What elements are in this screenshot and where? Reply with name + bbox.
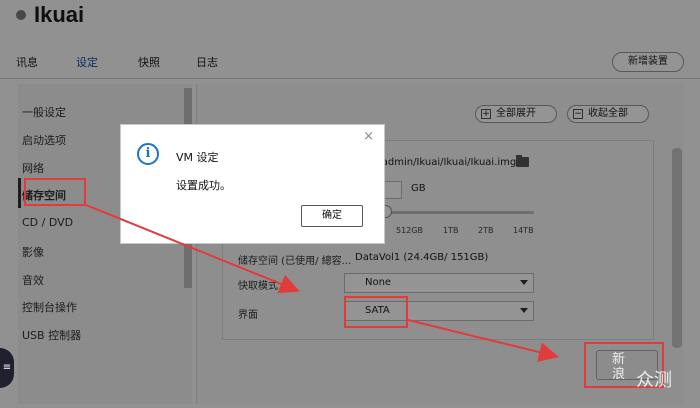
watermark-logo: 新 浪 — [612, 352, 638, 382]
info-icon: i — [137, 143, 159, 165]
annotation-box-storage — [24, 178, 86, 206]
close-icon[interactable]: × — [363, 129, 374, 144]
dialog-message: 设置成功。 — [176, 179, 231, 192]
watermark-line: 浪 — [612, 367, 626, 382]
watermark-text: 众测 — [636, 370, 672, 391]
ok-button[interactable]: 确定 — [301, 205, 363, 227]
dialog-title: VM 设定 — [176, 151, 219, 164]
annotation-box-interface — [344, 296, 408, 328]
vm-settings-dialog: × i VM 设定 设置成功。 确定 — [120, 124, 385, 244]
watermark-line: 新 — [612, 352, 626, 367]
